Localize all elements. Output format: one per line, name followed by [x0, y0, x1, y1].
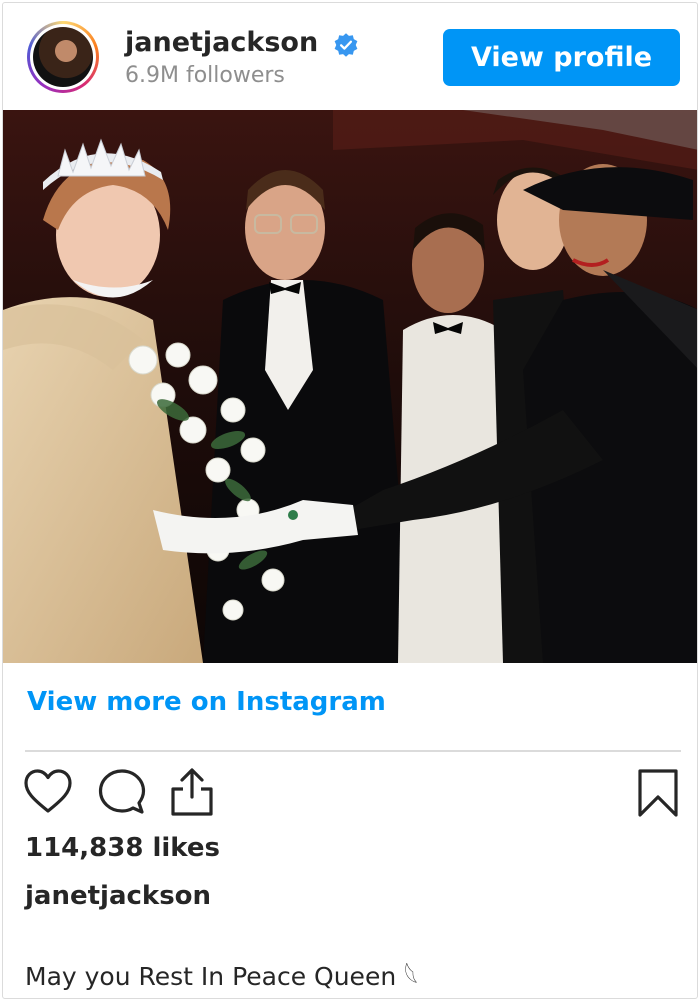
view-more-on-instagram-link[interactable]: View more on Instagram	[27, 687, 386, 717]
share-upload-icon[interactable]	[167, 767, 217, 819]
comment-bubble-icon[interactable]	[97, 767, 147, 819]
post-photo[interactable]	[3, 110, 697, 663]
instagram-embed-card: janetjackson 6.9M followers View profile	[2, 2, 698, 999]
divider	[25, 750, 681, 752]
view-profile-button[interactable]: View profile	[443, 29, 680, 86]
profile-username[interactable]: janetjackson	[125, 27, 318, 58]
avatar-image	[33, 27, 93, 87]
bookmark-icon[interactable]	[633, 767, 683, 819]
post-photo-illustration	[3, 110, 697, 663]
caption-username[interactable]: janetjackson	[25, 881, 211, 911]
heart-icon[interactable]	[23, 767, 73, 819]
avatar-frame	[30, 24, 96, 90]
like-count[interactable]: 114,838 likes	[25, 833, 220, 863]
verified-badge-icon	[334, 33, 358, 57]
follower-count: 6.9M followers	[125, 63, 285, 88]
post-header: janetjackson 6.9M followers View profile	[3, 3, 697, 111]
profile-avatar[interactable]	[27, 21, 99, 93]
caption-text: May you Rest In Peace Queen 𓆩	[25, 962, 419, 991]
